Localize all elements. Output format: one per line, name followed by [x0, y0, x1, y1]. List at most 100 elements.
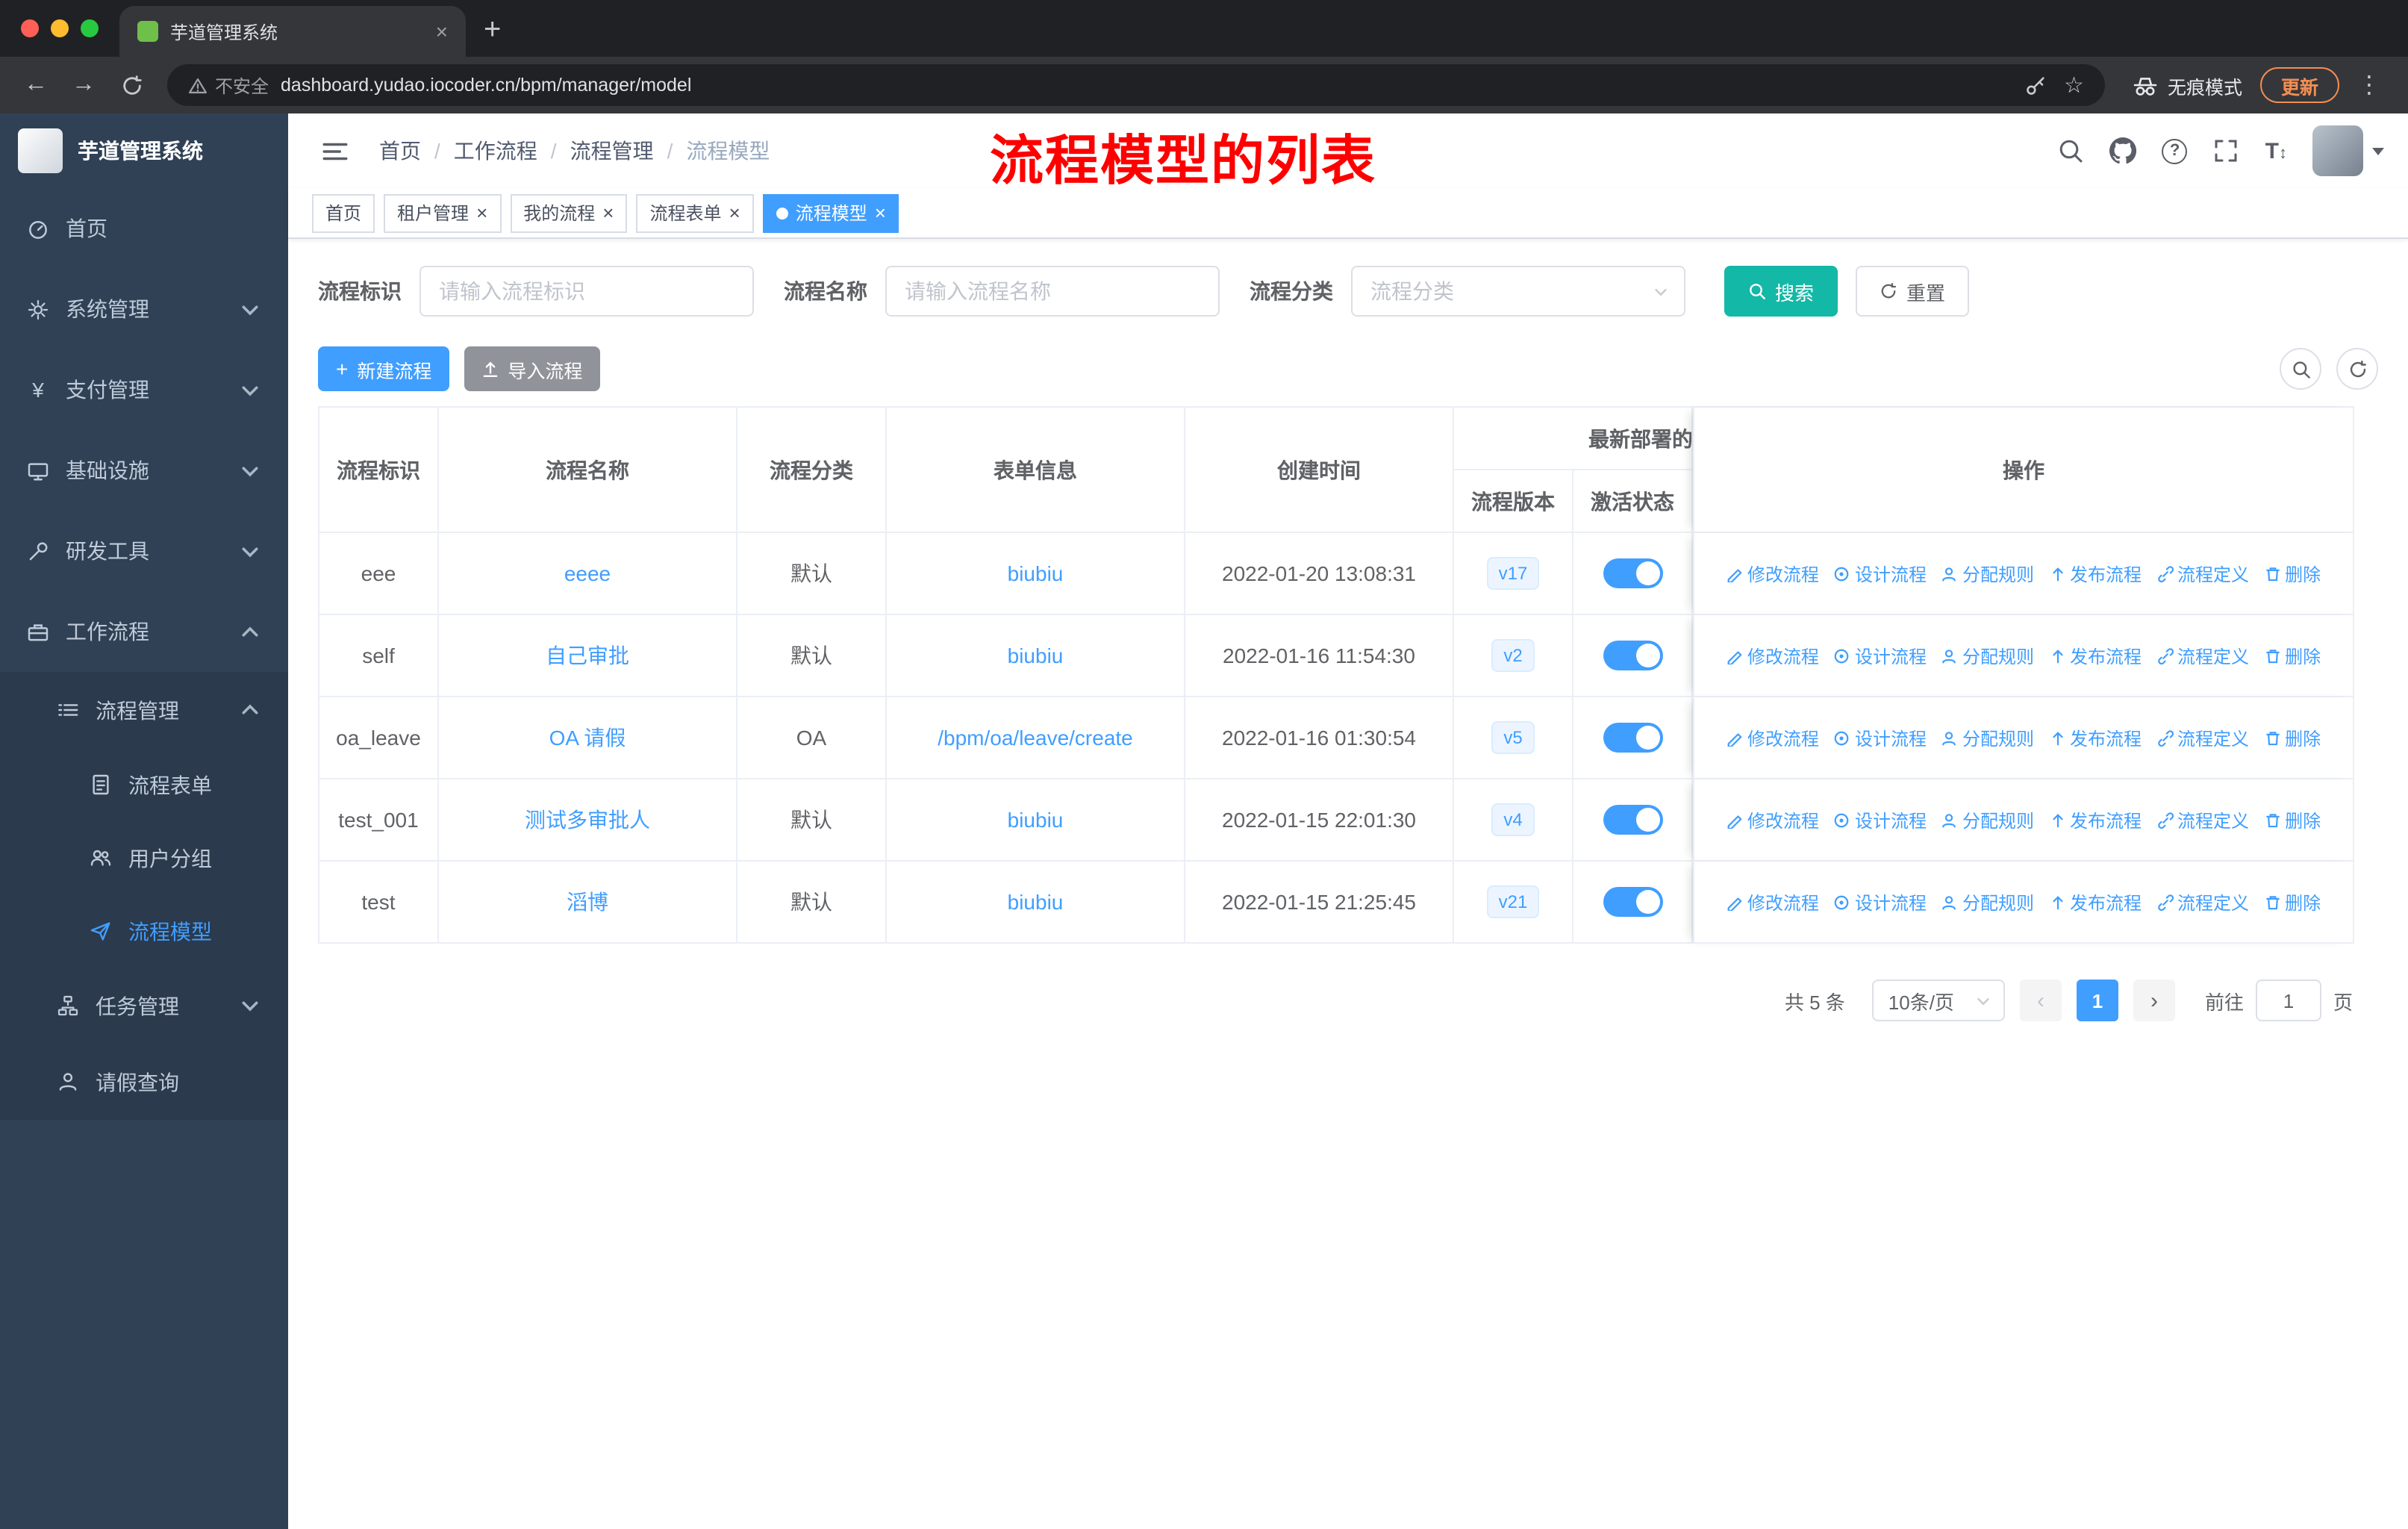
page-size-select[interactable]: 10条/页 [1871, 980, 2005, 1021]
assign-rule-link[interactable]: 分配规则 [1941, 725, 2034, 750]
status-toggle[interactable] [1603, 641, 1662, 670]
sidebar-item-process-form[interactable]: 流程表单 [0, 748, 288, 821]
design-process-link[interactable]: 设计流程 [1834, 807, 1927, 832]
sidebar-item-home[interactable]: 首页 [0, 188, 288, 269]
breadcrumb-item[interactable]: 首页 [379, 136, 421, 166]
version-badge[interactable]: v21 [1486, 885, 1540, 918]
delete-process-link[interactable]: 删除 [2264, 889, 2321, 915]
assign-rule-link[interactable]: 分配规则 [1941, 643, 2034, 668]
process-name-link[interactable]: 自己审批 [546, 644, 629, 667]
delete-process-link[interactable]: 删除 [2264, 561, 2321, 586]
process-definition-link[interactable]: 流程定义 [2156, 725, 2249, 750]
status-toggle[interactable] [1603, 723, 1662, 753]
sidebar-item-leave-query[interactable]: 请假查询 [0, 1044, 288, 1120]
form-info-link[interactable]: biubiu [1008, 890, 1064, 914]
font-size-button[interactable]: T↕ [2265, 138, 2287, 164]
tag-home[interactable]: 首页 [312, 193, 375, 232]
publish-process-link[interactable]: 发布流程 [2049, 807, 2142, 832]
breadcrumb-item[interactable]: 工作流程 [454, 136, 537, 166]
help-button[interactable]: ? [2162, 138, 2188, 164]
modify-process-link[interactable]: 修改流程 [1727, 725, 1819, 750]
tab-close-icon[interactable]: × [436, 19, 448, 43]
goto-page-input[interactable] [2255, 980, 2321, 1021]
design-process-link[interactable]: 设计流程 [1834, 561, 1927, 586]
status-toggle[interactable] [1603, 805, 1662, 835]
update-button[interactable]: 更新 [2259, 67, 2339, 103]
tag-tenant[interactable]: 租户管理 × [384, 193, 502, 232]
forward-button[interactable]: → [63, 64, 105, 106]
delete-process-link[interactable]: 删除 [2264, 807, 2321, 832]
sidebar-item-process-model[interactable]: 流程模型 [0, 894, 288, 968]
password-key-icon[interactable] [2024, 74, 2046, 96]
publish-process-link[interactable]: 发布流程 [2049, 889, 2142, 915]
assign-rule-link[interactable]: 分配规则 [1941, 889, 2034, 915]
security-warning[interactable]: 不安全 [188, 72, 269, 98]
modify-process-link[interactable]: 修改流程 [1727, 807, 1819, 832]
tag-process-model[interactable]: 流程模型 × [762, 193, 899, 232]
sidebar-item-process-mgmt[interactable]: 流程管理 [0, 672, 288, 748]
import-process-button[interactable]: 导入流程 [464, 346, 601, 391]
reset-button[interactable]: 重置 [1856, 266, 1970, 317]
assign-rule-link[interactable]: 分配规则 [1941, 807, 2034, 832]
github-link-button[interactable] [2109, 137, 2137, 164]
sidebar-toggle-button[interactable] [312, 137, 358, 165]
zoom-window-button[interactable] [81, 19, 99, 37]
publish-process-link[interactable]: 发布流程 [2049, 643, 2142, 668]
browser-tab[interactable]: 芋道管理系统 × [119, 6, 466, 57]
bookmark-star-icon[interactable]: ☆ [2064, 74, 2084, 96]
prev-page-button[interactable]: ‹ [2019, 980, 2062, 1021]
process-definition-link[interactable]: 流程定义 [2156, 561, 2249, 586]
modify-process-link[interactable]: 修改流程 [1727, 561, 1819, 586]
design-process-link[interactable]: 设计流程 [1834, 643, 1927, 668]
create-process-button[interactable]: + 新建流程 [318, 346, 450, 391]
form-info-link[interactable]: biubiu [1008, 644, 1064, 667]
header-search-button[interactable] [2058, 137, 2085, 164]
version-badge[interactable]: v2 [1491, 639, 1535, 672]
close-icon[interactable]: × [602, 203, 614, 222]
search-button[interactable]: 搜索 [1724, 266, 1838, 317]
form-info-link[interactable]: /bpm/oa/leave/create [938, 726, 1133, 750]
fullscreen-button[interactable] [2213, 137, 2240, 164]
delete-process-link[interactable]: 删除 [2264, 725, 2321, 750]
sidebar-item-user-group[interactable]: 用户分组 [0, 821, 288, 894]
new-tab-button[interactable]: + [484, 13, 501, 48]
process-name-input[interactable] [885, 266, 1220, 317]
sidebar-item-task-mgmt[interactable]: 任务管理 [0, 968, 288, 1044]
form-info-link[interactable]: biubiu [1008, 561, 1064, 585]
process-category-select[interactable]: 流程分类 [1351, 266, 1685, 317]
delete-process-link[interactable]: 删除 [2264, 643, 2321, 668]
user-menu[interactable] [2312, 125, 2384, 176]
next-page-button[interactable]: › [2133, 980, 2175, 1021]
tag-process-form[interactable]: 流程表单 × [636, 193, 754, 232]
sidebar-item-devtools[interactable]: 研发工具 [0, 511, 288, 591]
process-name-link[interactable]: eeee [564, 561, 611, 585]
version-badge[interactable]: v17 [1486, 557, 1540, 590]
publish-process-link[interactable]: 发布流程 [2049, 561, 2142, 586]
close-icon[interactable]: × [875, 203, 886, 222]
close-window-button[interactable] [21, 19, 39, 37]
sidebar-item-system[interactable]: 系统管理 [0, 269, 288, 349]
publish-process-link[interactable]: 发布流程 [2049, 725, 2142, 750]
sidebar-item-infra[interactable]: 基础设施 [0, 430, 288, 511]
sidebar-item-workflow[interactable]: 工作流程 [0, 591, 288, 672]
reload-button[interactable] [110, 64, 152, 106]
close-icon[interactable]: × [729, 203, 740, 222]
design-process-link[interactable]: 设计流程 [1834, 889, 1927, 915]
process-name-link[interactable]: 测试多审批人 [525, 808, 650, 832]
design-process-link[interactable]: 设计流程 [1834, 725, 1927, 750]
back-button[interactable]: ← [15, 64, 57, 106]
toggle-search-button[interactable] [2280, 348, 2321, 390]
assign-rule-link[interactable]: 分配规则 [1941, 561, 2034, 586]
version-badge[interactable]: v5 [1491, 721, 1535, 754]
process-definition-link[interactable]: 流程定义 [2156, 643, 2249, 668]
address-bar[interactable]: 不安全 dashboard.yudao.iocoder.cn/bpm/manag… [167, 64, 2105, 106]
process-name-link[interactable]: 滔博 [567, 890, 608, 914]
tag-my-process[interactable]: 我的流程 × [510, 193, 628, 232]
modify-process-link[interactable]: 修改流程 [1727, 889, 1819, 915]
version-badge[interactable]: v4 [1491, 803, 1535, 836]
process-definition-link[interactable]: 流程定义 [2156, 889, 2249, 915]
minimize-window-button[interactable] [51, 19, 69, 37]
status-toggle[interactable] [1603, 887, 1662, 917]
browser-menu-icon[interactable]: ⋮ [2345, 70, 2393, 100]
refresh-table-button[interactable] [2336, 348, 2378, 390]
